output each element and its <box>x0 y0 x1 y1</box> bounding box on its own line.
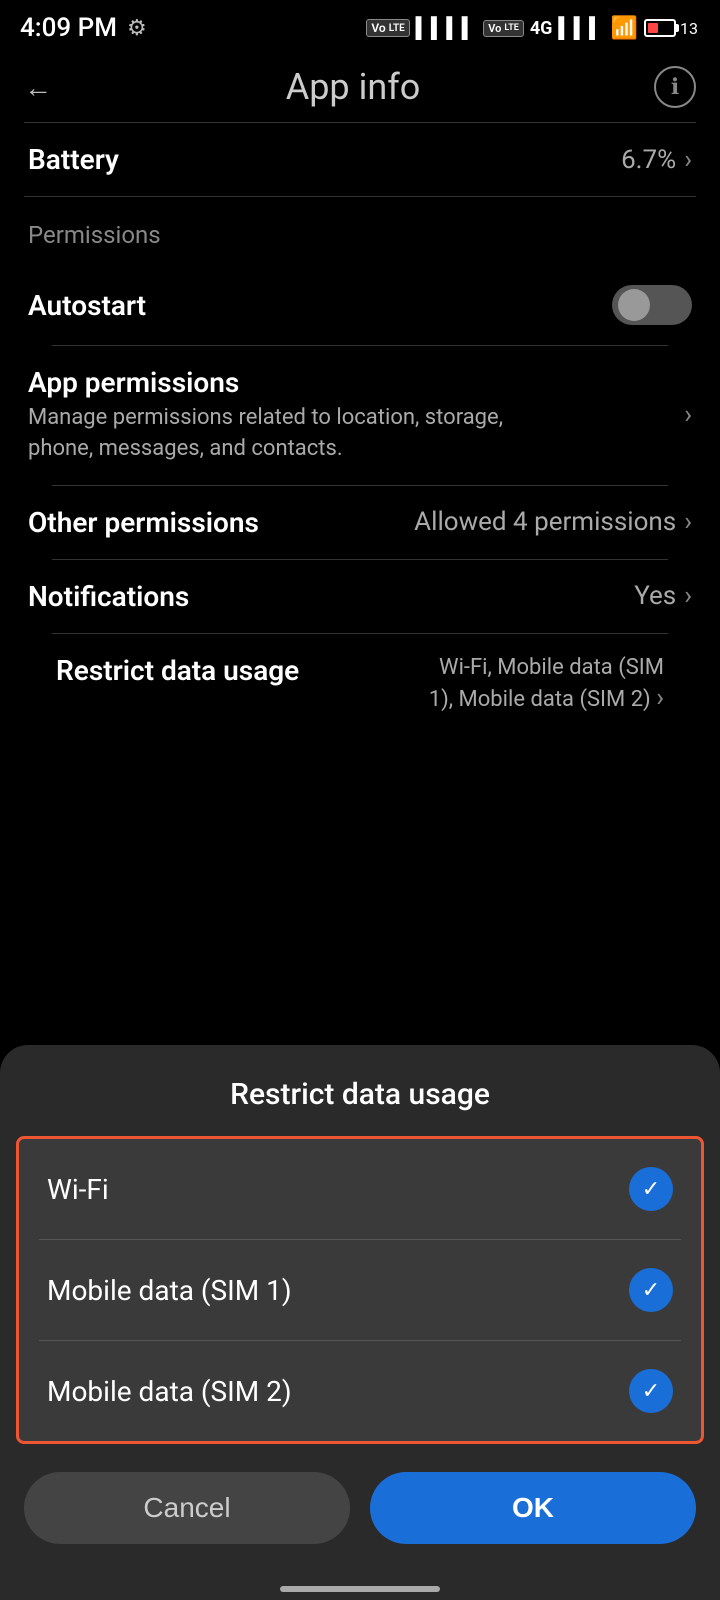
option-sim1-label: Mobile data (SIM 1) <box>47 1274 292 1307</box>
gear-icon: ⚙ <box>127 16 147 41</box>
ok-button[interactable]: OK <box>370 1472 696 1544</box>
other-permissions-value-area: Allowed 4 permissions › <box>414 507 692 537</box>
notifications-value: Yes <box>634 581 676 611</box>
restrict-data-label: Restrict data usage <box>56 654 299 687</box>
battery-value-area: 6.7% › <box>621 145 692 175</box>
bottom-sheet: Restrict data usage Wi-Fi ✓ Mobile data … <box>0 1045 720 1600</box>
battery-value: 6.7% <box>621 145 676 175</box>
battery-chevron: › <box>684 145 692 175</box>
app-permissions-subtitle: Manage permissions related to location, … <box>28 403 508 465</box>
option-wifi-checkbox[interactable]: ✓ <box>629 1167 673 1211</box>
option-sim2-label: Mobile data (SIM 2) <box>47 1375 292 1408</box>
notifications-row[interactable]: Notifications Yes › <box>28 560 692 633</box>
option-wifi[interactable]: Wi-Fi ✓ <box>19 1139 701 1239</box>
4g-icon: 4G <box>530 18 553 39</box>
sheet-title: Restrict data usage <box>0 1045 720 1136</box>
other-permissions-chevron: › <box>684 507 692 537</box>
top-nav: ← App info ℹ <box>0 52 720 122</box>
checkmark-sim2: ✓ <box>642 1379 660 1404</box>
autostart-row[interactable]: Autostart <box>28 265 692 345</box>
other-permissions-value: Allowed 4 permissions <box>414 507 676 537</box>
home-bar <box>280 1586 440 1592</box>
app-permissions-label: App permissions <box>28 366 684 399</box>
battery-icon <box>644 19 676 37</box>
autostart-label: Autostart <box>28 289 146 322</box>
sheet-buttons: Cancel OK <box>0 1444 720 1560</box>
cancel-button[interactable]: Cancel <box>24 1472 350 1544</box>
notifications-label: Notifications <box>28 580 189 613</box>
wifi-icon: 📶 <box>611 16 638 41</box>
options-box: Wi-Fi ✓ Mobile data (SIM 1) ✓ Mobile dat… <box>16 1136 704 1444</box>
battery-number: 13 <box>680 19 698 38</box>
option-sim1[interactable]: Mobile data (SIM 1) ✓ <box>19 1240 701 1340</box>
info-button[interactable]: ℹ <box>654 66 696 108</box>
restrict-data-value: Wi-Fi, Mobile data (SIM1), Mobile data (… <box>429 654 664 716</box>
checkmark-wifi: ✓ <box>642 1177 660 1202</box>
status-bar: 4:09 PM ⚙ VoLTE ▍▍▍▍ VoLTE 4G ▍▍▍ 📶 13 <box>0 0 720 52</box>
battery-row[interactable]: Battery 6.7% › <box>0 123 720 196</box>
status-icons: VoLTE ▍▍▍▍ VoLTE 4G ▍▍▍ 📶 13 <box>366 16 700 41</box>
restrict-data-row[interactable]: Restrict data usage Wi-Fi, Mobile data (… <box>28 634 692 736</box>
restrict-data-chevron: › <box>656 683 664 713</box>
checkmark-sim1: ✓ <box>642 1278 660 1303</box>
volte-1-icon: VoLTE <box>366 19 409 37</box>
app-permissions-chevron: › <box>684 400 692 430</box>
option-wifi-label: Wi-Fi <box>47 1173 109 1206</box>
option-sim2[interactable]: Mobile data (SIM 2) ✓ <box>19 1341 701 1441</box>
other-permissions-row[interactable]: Other permissions Allowed 4 permissions … <box>28 486 692 559</box>
status-time: 4:09 PM <box>20 13 117 43</box>
back-button[interactable]: ← <box>24 71 52 104</box>
status-time-area: 4:09 PM ⚙ <box>20 13 147 43</box>
notifications-chevron: › <box>684 581 692 611</box>
battery-label: Battery <box>28 143 119 176</box>
toggle-knob <box>618 289 650 321</box>
info-icon: ℹ <box>671 75 679 100</box>
other-permissions-label: Other permissions <box>28 506 259 539</box>
battery-area: 13 <box>644 19 700 38</box>
permissions-section-label: Permissions <box>28 221 692 249</box>
page-title: App info <box>286 66 421 108</box>
app-permissions-row[interactable]: App permissions Manage permissions relat… <box>28 346 692 485</box>
app-permissions-left: App permissions Manage permissions relat… <box>28 366 684 465</box>
volte-2-icon: VoLTE <box>483 20 524 37</box>
autostart-toggle[interactable] <box>612 285 692 325</box>
option-sim1-checkbox[interactable]: ✓ <box>629 1268 673 1312</box>
permissions-section: Permissions Autostart App permissions Ma… <box>0 197 720 744</box>
option-sim2-checkbox[interactable]: ✓ <box>629 1369 673 1413</box>
signal-bars-1: ▍▍▍▍ <box>416 16 478 40</box>
notifications-value-area: Yes › <box>634 581 692 611</box>
signal-bars-2: ▍▍▍ <box>558 16 604 40</box>
